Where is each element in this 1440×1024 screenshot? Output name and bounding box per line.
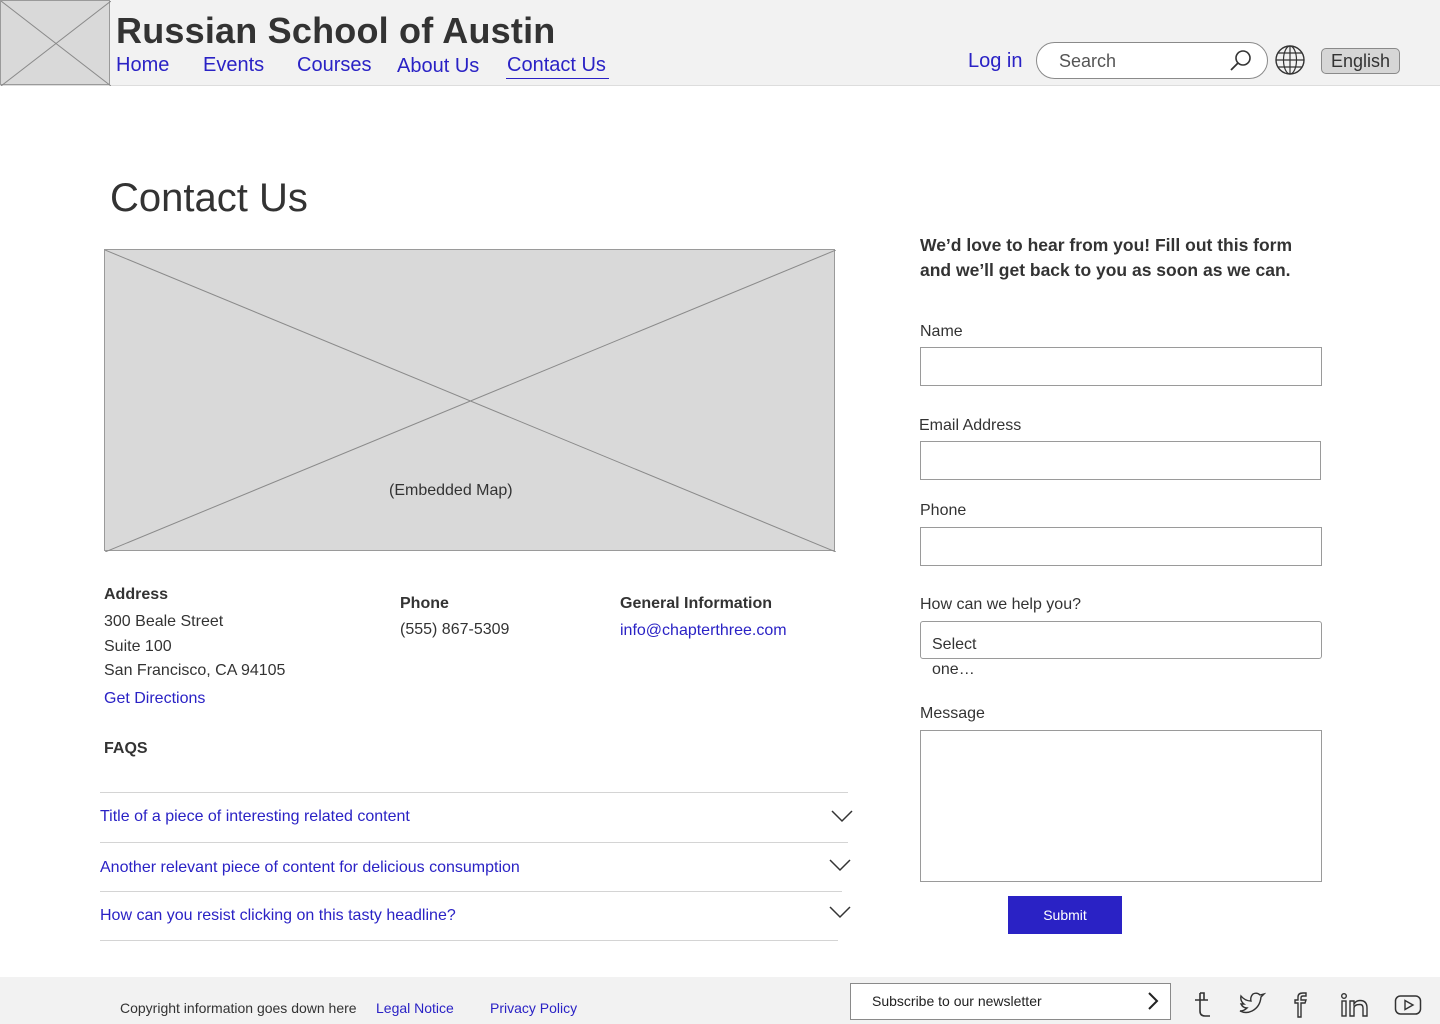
faq-item-1[interactable]: Title of a piece of interesting related … (100, 808, 410, 826)
globe-icon[interactable] (1274, 44, 1306, 81)
page-title: Contact Us (110, 176, 308, 220)
search-input[interactable] (1059, 49, 1224, 73)
faq-item-3[interactable]: How can you resist clicking on this tast… (100, 907, 456, 925)
nav-about-us[interactable]: About Us (397, 55, 479, 78)
nav-courses[interactable]: Courses (297, 54, 371, 77)
language-button[interactable]: English (1321, 48, 1400, 74)
chevron-down-icon[interactable] (828, 857, 852, 878)
faq-divider (100, 792, 848, 793)
linkedin-icon[interactable] (1340, 991, 1370, 1024)
address-heading: Address (104, 586, 169, 603)
phone-field[interactable] (920, 527, 1322, 566)
name-field[interactable] (920, 347, 1322, 386)
chevron-right-icon[interactable] (1146, 991, 1160, 1016)
faqs-heading: FAQS (104, 740, 148, 757)
faq-divider (100, 842, 848, 843)
phone-number: (555) 867-5309 (400, 621, 510, 638)
site-header: Russian School of Austin Home Events Cou… (0, 0, 1440, 86)
legal-notice-link[interactable]: Legal Notice (376, 1000, 454, 1016)
site-title: Russian School of Austin (116, 10, 556, 51)
search-icon[interactable] (1228, 48, 1254, 79)
newsletter-label: Subscribe to our newsletter (872, 993, 1042, 1009)
embedded-map[interactable]: (Embedded Map) (104, 249, 836, 552)
youtube-icon[interactable] (1394, 994, 1422, 1021)
address-line-2: Suite 100 (104, 638, 172, 655)
faq-divider (100, 891, 842, 892)
chevron-down-icon[interactable] (830, 808, 854, 829)
chevron-down-icon[interactable] (828, 904, 852, 925)
message-label: Message (920, 705, 985, 722)
faq-divider (100, 940, 838, 941)
nav-contact-us[interactable]: Contact Us (506, 54, 609, 79)
get-directions-link[interactable]: Get Directions (104, 690, 205, 708)
form-intro: We’d love to hear from you! Fill out thi… (920, 235, 1293, 280)
help-select-value: Select one… (932, 636, 977, 678)
tumblr-icon[interactable] (1192, 991, 1214, 1024)
message-field[interactable] (920, 730, 1322, 882)
email-label: Email Address (919, 417, 1022, 434)
logo-placeholder-icon[interactable] (0, 0, 111, 86)
address-line-1: 300 Beale Street (104, 613, 224, 630)
nav-home[interactable]: Home (116, 54, 169, 77)
phone-heading: Phone (400, 595, 449, 612)
general-info-heading: General Information (620, 595, 773, 612)
general-email-link[interactable]: info@chapterthree.com (620, 622, 787, 640)
facebook-icon[interactable] (1292, 991, 1310, 1024)
copyright-text: Copyright information goes down here (120, 1000, 357, 1016)
submit-button[interactable]: Submit (1008, 896, 1122, 934)
email-field[interactable] (920, 441, 1321, 480)
map-caption: (Embedded Map) (389, 482, 513, 499)
nav-events[interactable]: Events (203, 54, 264, 77)
name-label: Name (920, 323, 963, 340)
faq-item-2[interactable]: Another relevant piece of content for de… (100, 859, 520, 877)
privacy-policy-link[interactable]: Privacy Policy (490, 1000, 577, 1016)
address-line-3: San Francisco, CA 94105 (104, 662, 286, 679)
help-label: How can we help you? (920, 596, 1081, 613)
twitter-icon[interactable] (1238, 991, 1267, 1022)
phone-label: Phone (920, 502, 967, 519)
login-link[interactable]: Log in (968, 50, 1023, 73)
